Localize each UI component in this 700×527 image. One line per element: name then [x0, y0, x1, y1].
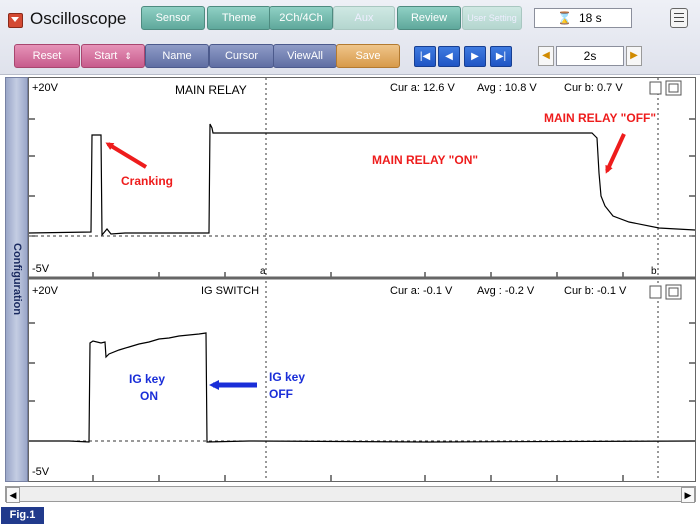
time-div-increase-icon[interactable]: ▶ — [626, 46, 642, 66]
tab-user-setting[interactable]: User Setting — [462, 6, 522, 30]
tab-review[interactable]: Review — [397, 6, 461, 30]
scope-area: +20V -5V MAIN RELAY Cur a: 12.6 V Avg : … — [28, 77, 696, 482]
timer-value: 18 s — [579, 11, 602, 25]
channel2-bottom-label: -5V — [32, 466, 50, 478]
start-button-label: Start — [94, 50, 118, 62]
ig-on-annotation-line2: ON — [140, 389, 158, 403]
ig-off-annotation-line1: IG key — [269, 370, 305, 384]
cursor-a-label: a — [260, 266, 266, 277]
channel1-bottom-label: -5V — [32, 263, 50, 275]
relay-on-annotation: MAIN RELAY "ON" — [372, 153, 478, 167]
cursor-b-label: b — [651, 266, 657, 277]
channel1-avg: Avg : 10.8 V — [477, 82, 537, 94]
scope-display: +20V -5V MAIN RELAY Cur a: 12.6 V Avg : … — [29, 78, 695, 481]
time-div-decrease-icon[interactable]: ◀ — [538, 46, 554, 66]
skip-last-icon[interactable]: ▶| — [490, 46, 512, 67]
channel1-cur-b: Cur b: 0.7 V — [564, 82, 623, 94]
channel2-panel: +20V -5V IG SWITCH Cur a: -0.1 V Avg : -… — [29, 281, 695, 481]
channel1-expand-icon[interactable] — [665, 80, 682, 96]
channel1-cur-a: Cur a: 12.6 V — [390, 82, 455, 94]
channel1-zoom-icon[interactable] — [649, 81, 662, 95]
spinner-arrows-icon: ⇕ — [124, 51, 132, 61]
settings-list-icon[interactable] — [670, 8, 688, 28]
step-forward-icon[interactable]: ▶ — [464, 46, 486, 67]
channel1-name: MAIN RELAY — [175, 83, 247, 97]
ig-on-annotation-line1: IG key — [129, 372, 165, 386]
channel1-top-label: +20V — [32, 82, 59, 94]
toolbar: Oscilloscope Sensor Theme 2Ch/4Ch Aux Re… — [0, 0, 700, 75]
scroll-left-icon[interactable]: ◀ — [6, 487, 20, 503]
relay-off-annotation: MAIN RELAY "OFF" — [544, 111, 656, 125]
cranking-annotation: Cranking — [121, 174, 173, 188]
menu-dropdown-icon[interactable] — [8, 13, 23, 28]
configuration-label: Configuration — [11, 243, 23, 316]
figure-label: Fig.1 — [1, 507, 44, 524]
channel2-name: IG SWITCH — [201, 285, 259, 297]
channel2-cur-b: Cur b: -0.1 V — [564, 285, 627, 297]
step-back-icon[interactable]: ◀ — [438, 46, 460, 67]
ig-off-annotation-line2: OFF — [269, 387, 293, 401]
app-title: Oscilloscope — [30, 9, 127, 28]
skip-first-icon[interactable]: |◀ — [414, 46, 436, 67]
channel2-top-label: +20V — [32, 285, 59, 297]
channel2-cur-a: Cur a: -0.1 V — [390, 285, 453, 297]
timer-display: ⌛ 18 s — [534, 8, 632, 28]
save-button[interactable]: Save — [336, 44, 400, 68]
configuration-sidebar[interactable]: Configuration — [5, 77, 28, 482]
channel2-waveform — [29, 332, 695, 443]
channel1-panel: +20V -5V MAIN RELAY Cur a: 12.6 V Avg : … — [29, 78, 695, 278]
scroll-right-icon[interactable]: ▶ — [681, 487, 695, 503]
channel2-zoom-icon[interactable] — [649, 285, 662, 299]
hourglass-icon: ⌛ — [557, 11, 572, 25]
tab-2ch-4ch[interactable]: 2Ch/4Ch — [269, 6, 333, 30]
name-button[interactable]: Name — [145, 44, 209, 68]
cursor-button[interactable]: Cursor — [209, 44, 274, 68]
reset-button[interactable]: Reset — [14, 44, 80, 68]
tab-sensor[interactable]: Sensor — [141, 6, 205, 30]
start-button[interactable]: Start ⇕ — [81, 44, 145, 68]
horizontal-scrollbar[interactable]: ◀ ▶ — [5, 486, 696, 503]
channel2-avg: Avg : -0.2 V — [477, 285, 535, 297]
time-div-value: 2s — [556, 46, 624, 66]
oscilloscope-app: Oscilloscope Sensor Theme 2Ch/4Ch Aux Re… — [0, 0, 700, 527]
channel2-expand-icon[interactable] — [665, 284, 682, 300]
viewall-button[interactable]: ViewAll — [273, 44, 337, 68]
tab-theme[interactable]: Theme — [207, 6, 271, 30]
tab-aux[interactable]: Aux — [333, 6, 395, 30]
